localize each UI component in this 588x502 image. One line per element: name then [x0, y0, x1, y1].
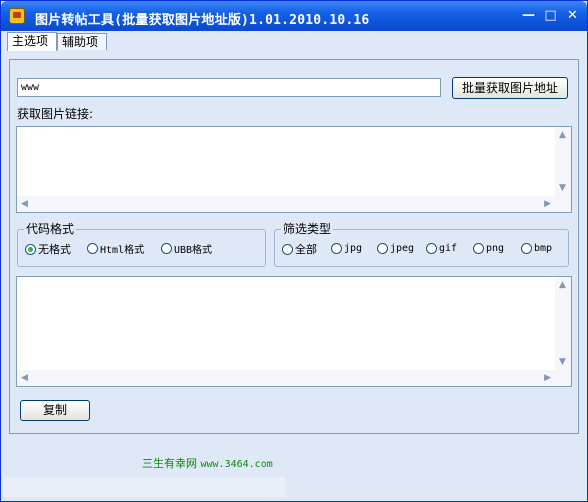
- scroll-up-icon[interactable]: ▲: [559, 130, 566, 140]
- close-button[interactable]: ✕: [564, 8, 581, 25]
- radio-no-format[interactable]: 无格式: [25, 241, 71, 256]
- radio-icon[interactable]: [426, 243, 437, 254]
- window-title: 图片转帖工具(批量获取图片地址版)1.01.2010.10.16: [35, 13, 370, 28]
- batch-fetch-button[interactable]: 批量获取图片地址: [452, 77, 568, 99]
- radio-html-format[interactable]: Html格式: [87, 241, 144, 256]
- scroll-right-icon[interactable]: ▶: [544, 373, 551, 383]
- radio-filter-bmp[interactable]: bmp: [521, 241, 552, 255]
- radio-filter-jpg[interactable]: jpg: [331, 241, 362, 255]
- tab-aux-options[interactable]: 辅助项: [57, 33, 107, 50]
- vertical-scrollbar[interactable]: ▲ ▼: [555, 127, 571, 196]
- maximize-button[interactable]: □: [542, 8, 559, 25]
- code-format-legend: 代码格式: [24, 222, 77, 236]
- output-textarea[interactable]: ▲ ▼ ◀ ▶: [16, 276, 572, 387]
- scroll-right-icon[interactable]: ▶: [544, 199, 551, 209]
- horizontal-scrollbar[interactable]: ◀ ▶: [17, 370, 555, 386]
- scroll-left-icon[interactable]: ◀: [21, 373, 28, 383]
- site-name[interactable]: 三生有幸网: [142, 457, 197, 470]
- scroll-left-icon[interactable]: ◀: [21, 199, 28, 209]
- radio-selected-icon[interactable]: [25, 243, 36, 255]
- scroll-down-icon[interactable]: ▼: [559, 183, 566, 193]
- horizontal-scrollbar[interactable]: ◀ ▶: [17, 196, 555, 212]
- filter-type-legend: 筛选类型: [281, 222, 334, 236]
- title-bar[interactable]: 图片转帖工具(批量获取图片地址版)1.01.2010.10.16 — □ ✕: [1, 1, 587, 31]
- app-icon: [9, 8, 25, 24]
- minimize-button[interactable]: —: [520, 8, 537, 25]
- radio-icon[interactable]: [161, 243, 172, 254]
- radio-ubb-format[interactable]: UBB格式: [161, 241, 212, 256]
- radio-icon[interactable]: [87, 243, 98, 254]
- copy-button[interactable]: 复制: [20, 400, 90, 421]
- site-url[interactable]: www.3464.com: [201, 459, 273, 470]
- radio-icon[interactable]: [521, 243, 532, 254]
- radio-icon[interactable]: [282, 243, 293, 255]
- radio-filter-all[interactable]: 全部: [282, 241, 317, 256]
- radio-icon[interactable]: [377, 243, 388, 254]
- radio-filter-jpeg[interactable]: jpeg: [377, 241, 414, 255]
- radio-icon[interactable]: [331, 243, 342, 254]
- filter-type-group: 筛选类型 全部 jpg jpeg gif png bmp: [274, 222, 569, 267]
- radio-icon[interactable]: [473, 243, 484, 254]
- scroll-corner: [555, 370, 571, 386]
- vertical-scrollbar[interactable]: ▲ ▼: [555, 277, 571, 370]
- scroll-corner: [555, 196, 571, 212]
- links-textarea[interactable]: ▲ ▼ ◀ ▶: [16, 126, 572, 213]
- app-window: 图片转帖工具(批量获取图片地址版)1.01.2010.10.16 — □ ✕ 主…: [0, 0, 588, 502]
- scroll-down-icon[interactable]: ▼: [559, 357, 566, 367]
- url-input[interactable]: www: [17, 78, 441, 97]
- code-format-group: 代码格式 无格式 Html格式 UBB格式: [17, 222, 266, 267]
- radio-filter-png[interactable]: png: [473, 241, 504, 255]
- tab-main-options[interactable]: 主选项: [7, 32, 57, 51]
- footer-site-link[interactable]: 三生有幸网 www.3464.com: [142, 455, 273, 471]
- scroll-up-icon[interactable]: ▲: [559, 280, 566, 290]
- links-label: 获取图片链接:: [17, 107, 94, 121]
- status-bar: [3, 477, 286, 497]
- radio-filter-gif[interactable]: gif: [426, 241, 457, 255]
